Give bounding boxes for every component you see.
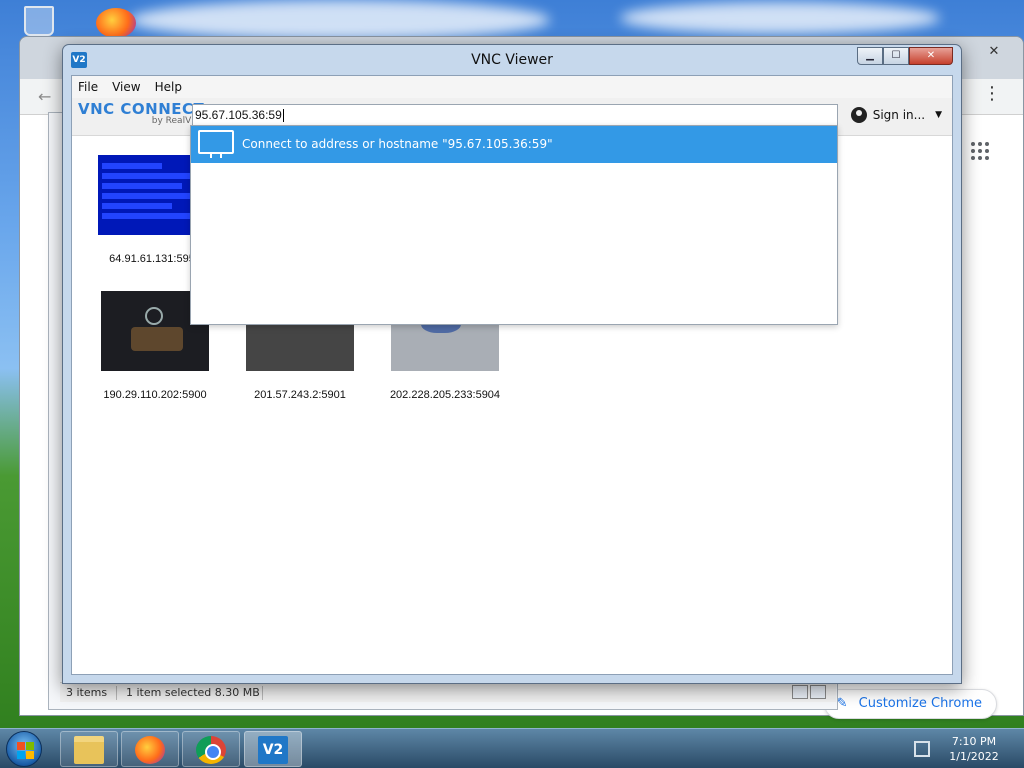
window-title: VNC Viewer [471, 52, 553, 68]
address-input-value: 95.67.105.36:59 [195, 108, 282, 122]
clock-time: 7:10 PM [951, 735, 997, 748]
monitor-icon [198, 130, 234, 158]
maximize-button[interactable]: ☐ [883, 47, 909, 65]
back-arrow-icon[interactable]: ← [38, 87, 51, 106]
close-button[interactable]: ✕ [909, 47, 953, 65]
menu-file[interactable]: File [78, 80, 98, 94]
taskbar-vnc-viewer[interactable]: V2 [244, 731, 302, 767]
vnc-viewer-icon: V2 [258, 736, 288, 764]
menu-view[interactable]: View [112, 80, 140, 94]
connection-label: 190.29.110.202:5900 [103, 389, 207, 401]
status-divider [262, 686, 263, 700]
address-suggestions: Connect to address or hostname "95.67.10… [190, 125, 838, 325]
menu-bar: File View Help [72, 76, 952, 98]
recycle-bin-icon[interactable] [24, 6, 54, 36]
connection-label: 201.57.243.2:5901 [254, 389, 346, 401]
menu-help[interactable]: Help [155, 80, 182, 94]
apps-grid-icon[interactable] [971, 142, 989, 160]
details-view-icon[interactable] [792, 685, 808, 699]
customize-chrome-label: Customize Chrome [858, 696, 982, 711]
person-icon [850, 107, 867, 123]
taskbar-file-explorer[interactable] [60, 731, 118, 767]
taskbar: V2 7:10 PM 1/1/2022 [0, 728, 1024, 768]
vnc-connect-logo: VNC CONNECT by RealVNC [78, 100, 204, 126]
pencil-icon: ✎ [836, 696, 848, 711]
sign-in-label: Sign in... [872, 108, 926, 122]
explorer-status-bar: 3 items 1 item selected 8.30 MB [60, 682, 836, 702]
view-mode-icons[interactable] [790, 685, 830, 701]
taskbar-chrome[interactable] [182, 731, 240, 767]
items-count: 3 items [66, 686, 108, 699]
taskbar-firefox[interactable] [121, 731, 179, 767]
vnc-titlebar[interactable]: V2 VNC Viewer ▁ ☐ ✕ [63, 45, 961, 75]
status-divider [116, 686, 117, 700]
suggestion-text: Connect to address or hostname "95.67.10… [242, 137, 553, 151]
large-icons-view-icon[interactable] [810, 685, 826, 699]
kebab-menu-icon[interactable]: ⋮ [983, 85, 1001, 103]
selection-info: 1 item selected 8.30 MB [126, 686, 260, 699]
chrome-close-icon[interactable]: ✕ [983, 43, 1005, 61]
windows-logo-icon [17, 742, 34, 759]
window-controls: ▁ ☐ ✕ [857, 47, 953, 65]
connect-suggestion[interactable]: Connect to address or hostname "95.67.10… [191, 126, 837, 163]
connection-label: 202.228.205.233:5904 [389, 389, 501, 401]
start-button[interactable] [6, 731, 42, 767]
desktop-cloud [620, 2, 940, 34]
minimize-button[interactable]: ▁ [857, 47, 883, 65]
chevron-down-icon: ▼ [935, 110, 942, 120]
sign-in-button[interactable]: Sign in... ▼ [850, 107, 942, 123]
clock-date: 1/1/2022 [949, 750, 999, 763]
network-icon[interactable] [914, 741, 930, 757]
firefox-desktop-icon[interactable] [96, 8, 136, 38]
firefox-icon [135, 736, 165, 764]
system-clock[interactable]: 7:10 PM 1/1/2022 [946, 734, 1002, 764]
address-search-input[interactable]: 95.67.105.36:59 [192, 104, 838, 126]
customize-chrome-button[interactable]: ✎ Customize Chrome [823, 689, 997, 719]
chrome-icon [196, 736, 226, 764]
text-caret [282, 109, 284, 123]
file-explorer-icon [74, 736, 104, 764]
desktop-cloud [130, 0, 550, 40]
